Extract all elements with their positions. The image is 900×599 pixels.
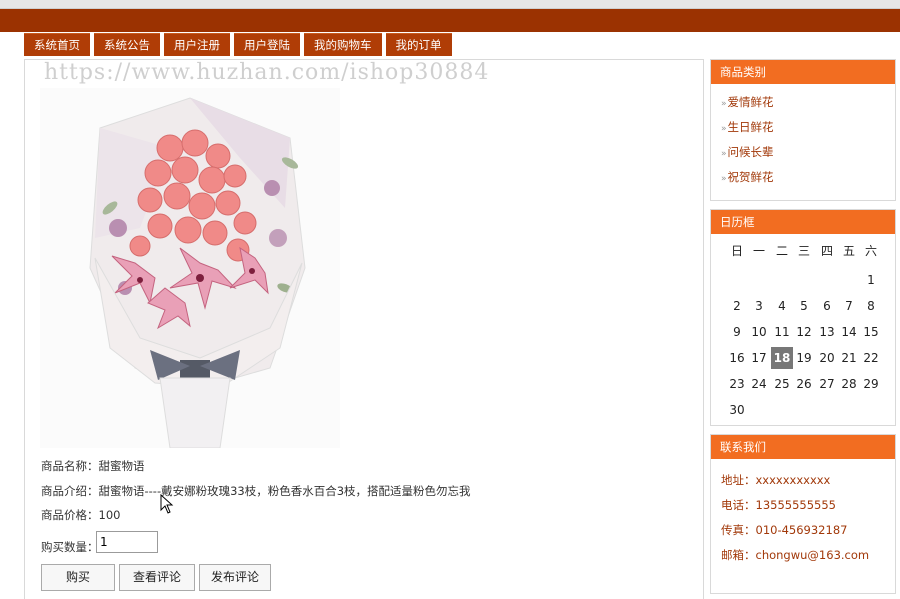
- calendar-day[interactable]: 15: [860, 321, 882, 343]
- nav-announcements[interactable]: 系统公告: [94, 33, 160, 56]
- calendar-day[interactable]: 23: [726, 373, 748, 395]
- double-chevron-icon: »: [721, 174, 727, 184]
- calendar-panel-title: 日历框: [711, 210, 895, 234]
- category-item[interactable]: »问候长辈: [721, 144, 774, 160]
- quantity-label: 购买数量：: [41, 540, 99, 554]
- category-panel-title: 商品类别: [711, 60, 895, 84]
- contact-address: 地址：xxxxxxxxxxx: [721, 473, 831, 487]
- contact-panel: 联系我们 地址：xxxxxxxxxxx 电话：13555555555 传真：01…: [710, 434, 896, 594]
- category-item[interactable]: »爱情鲜花: [721, 94, 774, 110]
- calendar-day[interactable]: 1: [860, 269, 882, 291]
- product-image: [40, 88, 340, 449]
- contact-phone: 电话：13555555555: [721, 498, 836, 512]
- calendar-day[interactable]: 22: [860, 347, 882, 369]
- calendar-day[interactable]: 24: [748, 373, 770, 395]
- calendar-day[interactable]: 26: [793, 373, 815, 395]
- browser-top-strip: [0, 0, 900, 9]
- calendar-day[interactable]: 27: [816, 373, 838, 395]
- calendar-day[interactable]: 25: [771, 373, 793, 395]
- nav-register[interactable]: 用户注册: [164, 33, 230, 56]
- calendar-day[interactable]: 17: [748, 347, 770, 369]
- quantity-input[interactable]: [96, 531, 158, 553]
- calendar-day[interactable]: 10: [748, 321, 770, 343]
- calendar-day[interactable]: 2: [726, 295, 748, 317]
- calendar-day[interactable]: 8: [860, 295, 882, 317]
- calendar-weekday: 四: [820, 244, 833, 258]
- calendar-day[interactable]: 14: [838, 321, 860, 343]
- watermark-text: https://www.huzhan.com/ishop30884: [44, 60, 490, 85]
- nav-login[interactable]: 用户登陆: [234, 33, 300, 56]
- calendar-day[interactable]: 3: [748, 295, 770, 317]
- category-item[interactable]: »祝贺鲜花: [721, 169, 774, 185]
- main-nav: 系统首页 系统公告 用户注册 用户登陆 我的购物车 我的订单: [24, 33, 456, 56]
- calendar-day[interactable]: 13: [816, 321, 838, 343]
- calendar-day[interactable]: 29: [860, 373, 882, 395]
- calendar-day[interactable]: 7: [838, 295, 860, 317]
- double-chevron-icon: »: [721, 149, 727, 159]
- nav-orders[interactable]: 我的订单: [385, 33, 452, 56]
- product-description: 商品介绍：甜蜜物语----戴安娜粉玫瑰33枝，粉色香水百合3枝，搭配适量粉色勿忘…: [41, 484, 471, 498]
- buy-button[interactable]: 购买: [41, 564, 115, 591]
- calendar-day[interactable]: 16: [726, 347, 748, 369]
- nav-home[interactable]: 系统首页: [24, 33, 90, 56]
- product-price: 商品价格：100: [41, 508, 121, 522]
- calendar-day[interactable]: 5: [793, 295, 815, 317]
- calendar-day[interactable]: 20: [816, 347, 838, 369]
- calendar-weekday: 六: [864, 244, 877, 258]
- double-chevron-icon: »: [721, 124, 727, 134]
- mouse-cursor-icon: [160, 494, 174, 514]
- double-chevron-icon: »: [721, 99, 727, 109]
- calendar-weekday: 一: [752, 244, 765, 258]
- calendar-panel: 日历框 日一二三四五六 1 2 3 4 5 6 7 8 9 10 11 12 13 14 15 16 17 18 19…: [710, 209, 896, 426]
- category-panel: 商品类别 »爱情鲜花 »生日鲜花 »问候长辈 »祝贺鲜花: [710, 59, 896, 201]
- calendar-day[interactable]: 12: [793, 321, 815, 343]
- category-item[interactable]: »生日鲜花: [721, 119, 774, 135]
- calendar-weekday: 五: [842, 244, 855, 258]
- calendar-day[interactable]: 19: [793, 347, 815, 369]
- post-review-button[interactable]: 发布评论: [199, 564, 271, 591]
- calendar-today[interactable]: 18: [771, 347, 793, 369]
- calendar-weekday: 日: [730, 244, 743, 258]
- calendar-weekday: 二: [775, 244, 788, 258]
- calendar-day[interactable]: 9: [726, 321, 748, 343]
- calendar-day[interactable]: 28: [838, 373, 860, 395]
- site-banner: [0, 9, 900, 32]
- nav-cart[interactable]: 我的购物车: [304, 33, 382, 56]
- contact-email: 邮箱：chongwu@163.com: [721, 548, 870, 562]
- product-name: 商品名称：甜蜜物语: [41, 459, 145, 473]
- calendar-day[interactable]: 11: [771, 321, 793, 343]
- calendar-day[interactable]: 6: [816, 295, 838, 317]
- contact-panel-title: 联系我们: [711, 435, 895, 459]
- view-reviews-button[interactable]: 查看评论: [119, 564, 195, 591]
- contact-fax: 传真：010-456932187: [721, 523, 848, 537]
- calendar-day[interactable]: 21: [838, 347, 860, 369]
- calendar-day[interactable]: 30: [726, 399, 748, 421]
- calendar-day[interactable]: 4: [771, 295, 793, 317]
- calendar-weekday: 三: [797, 244, 810, 258]
